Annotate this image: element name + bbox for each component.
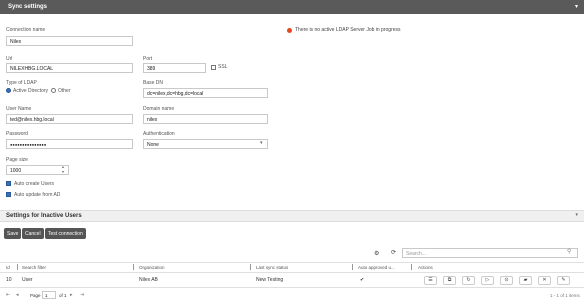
refresh-icon[interactable]: ⟳: [391, 249, 396, 256]
user-name-input[interactable]: ted@nilex.hbg.local: [6, 114, 133, 124]
prev-page-icon[interactable]: ◂: [16, 292, 19, 298]
table-bottom-divider: [0, 287, 584, 288]
row-last-status-cell: New Testing: [256, 277, 284, 283]
column-separator: [352, 264, 353, 270]
table-search-input[interactable]: Search...: [402, 248, 578, 258]
port-label: Port: [143, 56, 153, 62]
ssl-label: SSL: [218, 64, 228, 70]
sync-settings-title: Sync settings: [8, 4, 48, 10]
comment-icon[interactable]: ▰: [519, 276, 532, 285]
row-id-cell: 10: [6, 277, 12, 283]
authentication-select[interactable]: None: [143, 139, 268, 149]
status-dot-icon: [287, 28, 292, 33]
save-button[interactable]: Save: [4, 228, 22, 239]
column-header-id[interactable]: Id: [6, 265, 10, 270]
next-page-icon[interactable]: ▸: [70, 292, 73, 298]
copy-icon[interactable]: ⧉: [443, 276, 456, 285]
page-number-input[interactable]: 1: [42, 291, 56, 299]
ldap-status-text: There is no active LDAP Server Job in pr…: [295, 27, 401, 33]
radio-other-label: Other: [58, 88, 71, 94]
radio-active-directory[interactable]: [6, 88, 11, 93]
column-separator: [250, 264, 251, 270]
column-separator: [133, 264, 134, 270]
column-separator: [411, 264, 412, 270]
sync-settings-header[interactable]: [0, 0, 584, 14]
column-header-actions: Actions: [418, 265, 433, 270]
ssl-checkbox[interactable]: [211, 65, 216, 70]
domain-name-input[interactable]: nilex: [143, 114, 268, 124]
list-icon[interactable]: ☰: [424, 276, 437, 285]
radio-active-directory-label: Active Directory: [13, 88, 49, 94]
page-label: Page: [30, 293, 41, 298]
delete-icon[interactable]: ✕: [538, 276, 551, 285]
run-icon[interactable]: ▷: [481, 276, 494, 285]
port-input[interactable]: 389: [143, 63, 206, 73]
connection-name-label: Connection name: [6, 27, 46, 33]
domain-name-label: Domain name: [143, 106, 175, 112]
settings-gear-icon[interactable]: ⚙: [374, 250, 379, 257]
column-header-search-filter[interactable]: Search filter: [22, 265, 46, 270]
url-input[interactable]: NILEXHBG.LOCAL: [6, 63, 133, 73]
table-header-divider: [0, 262, 584, 263]
authentication-value: None: [147, 142, 159, 148]
base-dn-label: Base DN: [143, 80, 164, 86]
row-auto-approved-checkmark-icon: ✔: [360, 277, 365, 283]
page-size-label: Page size: [6, 157, 28, 163]
connection-name-input[interactable]: Nilex: [6, 36, 133, 46]
ldap-type-label: Type of LDAP: [6, 80, 37, 86]
column-header-last-sync-status[interactable]: Last sync status: [256, 265, 288, 270]
sync-icon[interactable]: ↻: [462, 276, 475, 285]
table-row[interactable]: [0, 273, 584, 286]
last-page-icon[interactable]: ⇥: [80, 292, 84, 298]
user-name-label: User Name: [6, 106, 32, 112]
search-icon: ⚲: [567, 249, 572, 255]
authentication-label: Authentication: [143, 131, 175, 137]
row-organization-cell: Nilex AB: [139, 277, 158, 283]
row-search-filter-cell: User: [22, 277, 33, 283]
chevron-down-icon[interactable]: ▾: [575, 212, 578, 218]
page-size-input[interactable]: 1000: [6, 165, 69, 175]
chevron-down-icon[interactable]: ▾: [575, 3, 578, 10]
auto-update-label: Auto update from AD: [14, 192, 61, 198]
column-header-auto-approved[interactable]: Auto approved u...: [358, 265, 395, 270]
test-connection-button[interactable]: Test connection: [45, 228, 86, 239]
inactive-users-section[interactable]: [0, 210, 584, 222]
inactive-users-title: Settings for Inactive Users: [6, 213, 82, 219]
first-page-icon[interactable]: ⇤: [6, 292, 10, 298]
radio-other[interactable]: [51, 88, 56, 93]
column-header-organization[interactable]: Organization: [139, 265, 165, 270]
cancel-button[interactable]: Cancel: [22, 228, 44, 239]
password-input[interactable]: ●●●●●●●●●●●●●●●: [6, 139, 133, 149]
column-separator: [17, 264, 18, 270]
edit-icon[interactable]: ✎: [557, 276, 570, 285]
auto-update-checkbox[interactable]: [6, 192, 11, 197]
history-icon[interactable]: ⊙: [500, 276, 513, 285]
auto-create-label: Auto create Users: [14, 181, 55, 187]
page-of-label: of 1: [59, 293, 67, 298]
url-label: Url: [6, 56, 13, 62]
stepper-arrows-icon[interactable]: ▴ ▾: [62, 164, 64, 174]
chevron-down-icon: ▾: [260, 140, 263, 146]
password-label: Password: [6, 131, 28, 137]
base-dn-input[interactable]: dc=nilex,dc=hbg,dc=local: [143, 88, 268, 98]
auto-create-checkbox[interactable]: [6, 181, 11, 186]
pager-summary: 1 - 1 of 1 items: [550, 293, 580, 298]
